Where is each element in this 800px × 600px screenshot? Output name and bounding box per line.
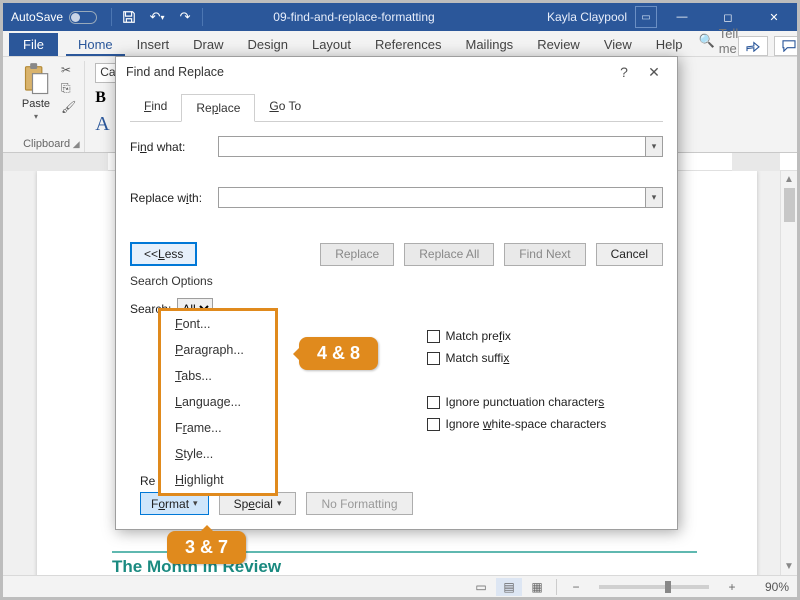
tab-review[interactable]: Review: [525, 33, 592, 56]
share-button[interactable]: [738, 36, 768, 56]
ribbon-tabs: File Home Insert Draw Design Layout Refe…: [3, 31, 797, 57]
menu-language[interactable]: Language...: [161, 389, 275, 415]
zoom-level[interactable]: 90%: [747, 580, 789, 594]
ignore-punctuation-checkbox[interactable]: Ignore punctuation characters: [427, 395, 664, 409]
read-mode-icon[interactable]: ▭: [468, 578, 494, 596]
document-title: 09-find-and-replace-formatting: [209, 10, 539, 24]
tab-help[interactable]: Help: [644, 33, 695, 56]
menu-paragraph[interactable]: Paragraph...: [161, 337, 275, 363]
paste-label: Paste: [22, 98, 50, 110]
redo-icon[interactable]: ↷: [172, 5, 198, 29]
zoom-slider[interactable]: [599, 585, 709, 589]
ignore-whitespace-checkbox[interactable]: Ignore white-space characters: [427, 417, 664, 431]
scroll-up-icon[interactable]: ▲: [781, 171, 797, 188]
tab-replace[interactable]: Replace: [181, 94, 255, 122]
web-layout-icon[interactable]: ▦: [524, 578, 550, 596]
dialog-tabs: Find Replace Go To: [130, 93, 663, 122]
text-effects-icon[interactable]: A: [95, 113, 109, 136]
title-bar: AutoSave ↶▾ ↷ 09-find-and-replace-format…: [3, 3, 797, 31]
scroll-down-icon[interactable]: ▼: [781, 558, 797, 575]
copy-icon[interactable]: ⎘: [61, 81, 76, 96]
tab-file[interactable]: File: [9, 33, 58, 56]
find-next-button[interactable]: Find Next: [504, 243, 585, 266]
menu-tabs[interactable]: Tabs...: [161, 363, 275, 389]
tab-layout[interactable]: Layout: [300, 33, 363, 56]
search-options-label: Search Options: [130, 274, 663, 288]
find-what-input[interactable]: [218, 136, 645, 157]
no-formatting-button[interactable]: No Formatting: [306, 492, 412, 515]
match-prefix-checkbox[interactable]: Match prefix: [427, 329, 664, 343]
close-button[interactable]: ✕: [751, 3, 797, 31]
tab-find[interactable]: Find: [130, 93, 181, 121]
format-menu: Font... Paragraph... Tabs... Language...…: [158, 308, 278, 496]
chevron-down-icon: ▾: [34, 112, 38, 121]
vertical-scrollbar[interactable]: ▲ ▼: [780, 171, 797, 575]
cut-icon[interactable]: ✂: [61, 63, 76, 77]
tab-design[interactable]: Design: [236, 33, 300, 56]
user-name: Kayla Claypool: [539, 10, 635, 24]
callout-3-7: 3 & 7: [167, 531, 246, 564]
menu-style[interactable]: Style...: [161, 441, 275, 467]
find-dropdown-icon[interactable]: ▾: [645, 136, 663, 157]
undo-icon[interactable]: ↶▾: [144, 5, 170, 29]
dialog-title: Find and Replace: [126, 65, 224, 79]
quick-access-toolbar: ↶▾ ↷: [105, 5, 209, 29]
match-suffix-checkbox[interactable]: Match suffix: [427, 351, 664, 365]
autosave-toggle[interactable]: AutoSave: [3, 10, 105, 24]
tab-home[interactable]: Home: [66, 33, 125, 56]
replace-with-input[interactable]: [218, 187, 645, 208]
clipboard-group: Paste ▾ ✂ ⎘ 🖌 Clipboard ◢: [9, 61, 85, 152]
cancel-button[interactable]: Cancel: [596, 243, 663, 266]
tell-me-search[interactable]: 🔍 Tell me: [699, 26, 739, 56]
tell-me-label: Tell me: [719, 26, 739, 56]
toggle-off-icon[interactable]: [69, 11, 97, 24]
print-layout-icon[interactable]: ▤: [496, 578, 522, 596]
search-icon: 🔍: [699, 33, 715, 49]
replace-button[interactable]: Replace: [320, 243, 394, 266]
autosave-label: AutoSave: [11, 10, 63, 24]
tab-insert[interactable]: Insert: [125, 33, 182, 56]
format-painter-icon[interactable]: 🖌: [61, 100, 76, 114]
ribbon-display-icon[interactable]: ▭: [635, 6, 657, 28]
dialog-close-button[interactable]: ✕: [639, 58, 669, 86]
dialog-launcher-icon[interactable]: ◢: [70, 138, 82, 150]
tab-draw[interactable]: Draw: [181, 33, 235, 56]
dialog-titlebar: Find and Replace ? ✕: [116, 57, 677, 87]
less-button[interactable]: << Less: [130, 242, 197, 266]
tab-view[interactable]: View: [592, 33, 644, 56]
paste-button[interactable]: Paste ▾: [15, 63, 57, 121]
bold-button[interactable]: B: [95, 89, 106, 107]
tab-mailings[interactable]: Mailings: [454, 33, 526, 56]
tab-references[interactable]: References: [363, 33, 453, 56]
replace-all-button[interactable]: Replace All: [404, 243, 494, 266]
status-bar: ▭ ▤ ▦ − + 90%: [3, 575, 797, 597]
comments-button[interactable]: [774, 36, 800, 56]
tab-goto[interactable]: Go To: [255, 93, 315, 121]
save-icon[interactable]: [116, 5, 142, 29]
zoom-out-button[interactable]: −: [563, 578, 589, 596]
replace-dropdown-icon[interactable]: ▾: [645, 187, 663, 208]
menu-highlight[interactable]: Highlight: [161, 467, 275, 493]
menu-frame[interactable]: Frame...: [161, 415, 275, 441]
zoom-in-button[interactable]: +: [719, 578, 745, 596]
scrollbar-thumb[interactable]: [784, 188, 795, 222]
replace-section-label: Re: [140, 474, 155, 488]
replace-with-label: Replace with:: [130, 191, 218, 205]
menu-font[interactable]: Font...: [161, 311, 275, 337]
help-button[interactable]: ?: [609, 58, 639, 86]
callout-4-8: 4 & 8: [299, 337, 378, 370]
find-what-label: Find what:: [130, 140, 218, 154]
